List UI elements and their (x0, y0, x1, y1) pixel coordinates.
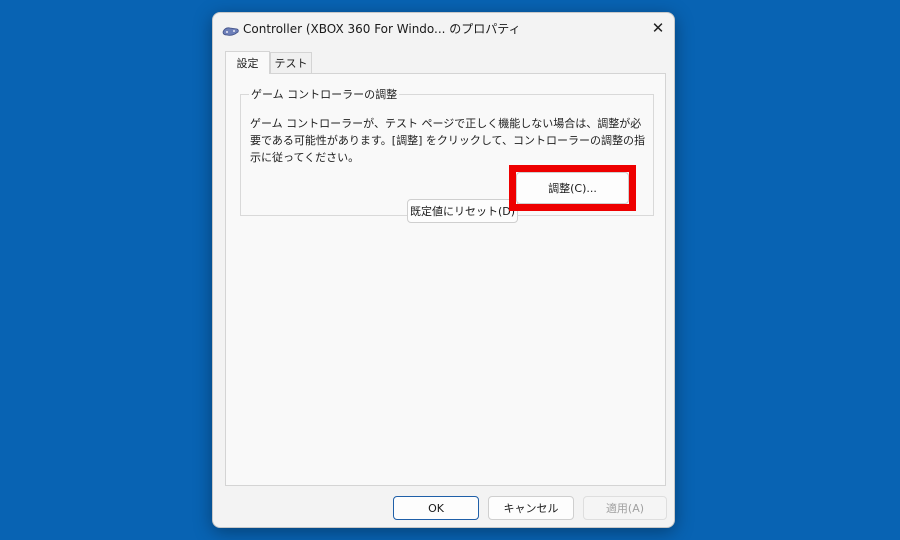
settings-panel: ゲーム コントローラーの調整 ゲーム コントローラーが、テスト ページで正しく機… (225, 73, 666, 486)
cancel-button[interactable]: キャンセル (488, 496, 574, 520)
tab-settings-label: 設定 (236, 57, 259, 70)
properties-dialog: Controller (XBOX 360 For Windo... のプロパティ… (212, 12, 675, 528)
tab-test[interactable]: テスト (270, 52, 312, 73)
title-bar[interactable]: Controller (XBOX 360 For Windo... のプロパティ… (213, 13, 674, 43)
ok-button[interactable]: OK (393, 496, 479, 520)
gamepad-icon (222, 22, 240, 36)
close-icon: ✕ (651, 19, 665, 37)
window-title: Controller (XBOX 360 For Windo... のプロパティ (243, 22, 521, 36)
apply-button[interactable]: 適用(A) (583, 496, 667, 520)
reset-defaults-button[interactable]: 既定値にリセット(D) (407, 199, 518, 223)
close-button[interactable]: ✕ (642, 13, 674, 43)
tab-settings[interactable]: 設定 (225, 51, 270, 74)
group-title: ゲーム コントローラーの調整 (249, 86, 400, 102)
tab-test-label: テスト (274, 57, 308, 70)
calibrate-button[interactable]: 調整(C)... (516, 172, 629, 204)
calibration-description: ゲーム コントローラーが、テスト ページで正しく機能しない場合は、調整が必要であ… (250, 117, 645, 164)
